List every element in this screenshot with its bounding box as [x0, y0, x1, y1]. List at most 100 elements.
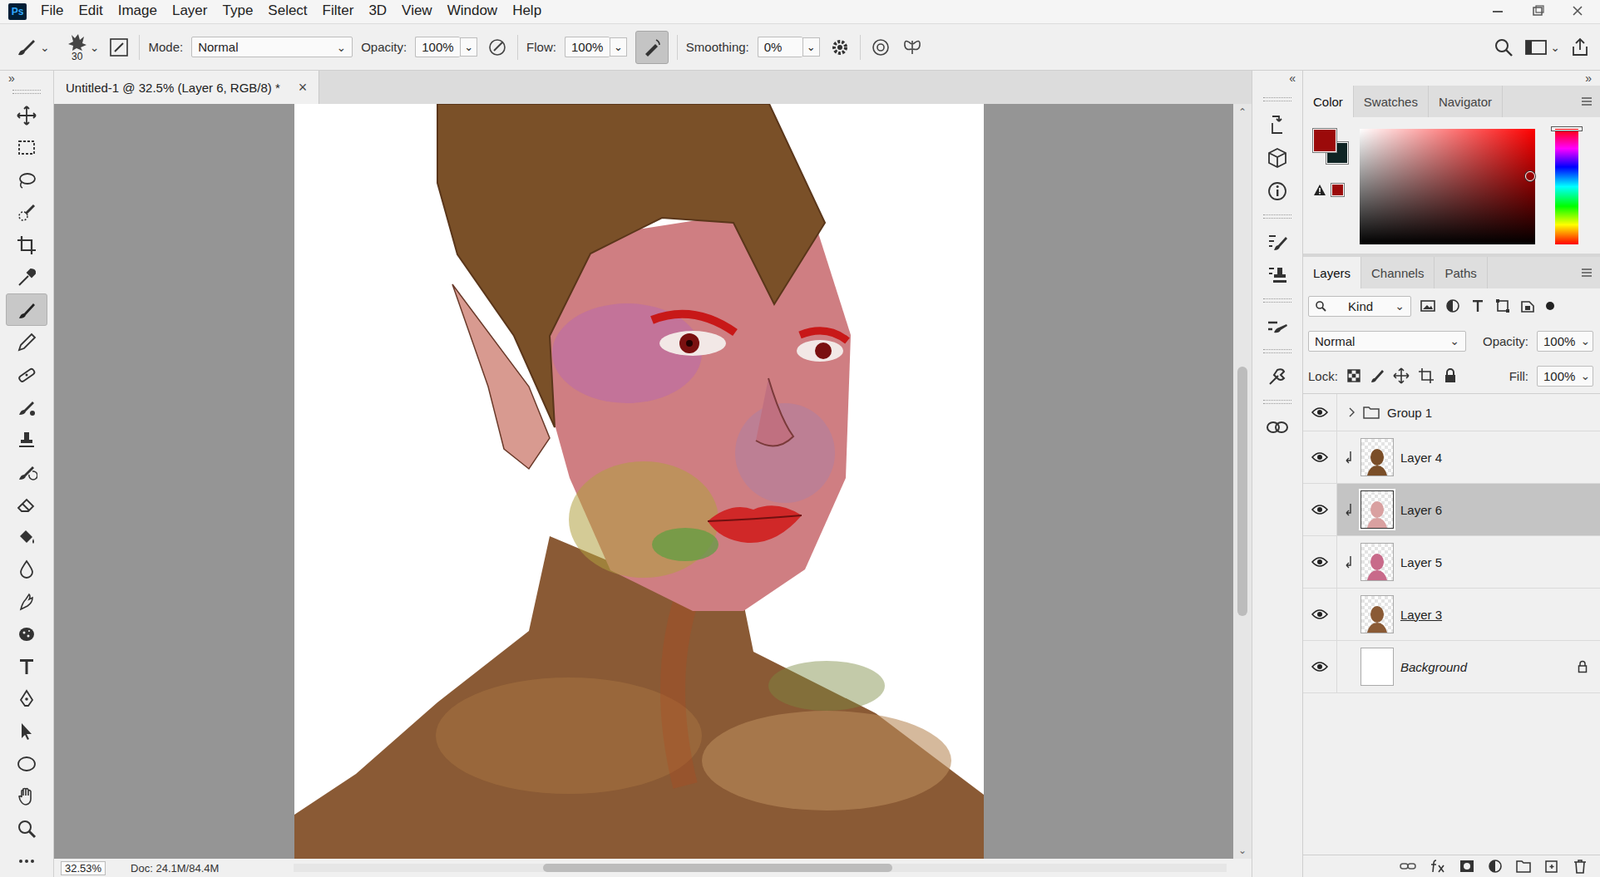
brushes-icon[interactable]: [1265, 314, 1289, 338]
menu-item[interactable]: File: [33, 2, 71, 21]
tool-button[interactable]: [5, 131, 48, 164]
libraries-icon[interactable]: [1264, 415, 1290, 440]
info-icon[interactable]: [1265, 179, 1289, 203]
tool-button[interactable]: [5, 715, 48, 748]
document-canvas[interactable]: [294, 103, 984, 860]
brush-settings-icon[interactable]: [107, 35, 131, 60]
tool-button[interactable]: [5, 423, 48, 456]
visibility-toggle[interactable]: [1303, 483, 1338, 536]
tool-button[interactable]: [5, 325, 48, 359]
lock-artboard-icon[interactable]: [1417, 367, 1435, 385]
panel-tab[interactable]: Navigator: [1428, 85, 1503, 118]
panel-tab[interactable]: Paths: [1434, 256, 1487, 289]
collapse-dock-icon[interactable]: «: [1288, 70, 1303, 86]
gamut-warning-icon[interactable]: [1313, 183, 1327, 197]
filter-toggle-icon[interactable]: [1544, 298, 1556, 314]
tool-button[interactable]: [5, 228, 48, 262]
panel-tab[interactable]: Swatches: [1353, 85, 1429, 118]
document-tab[interactable]: Untitled-1 @ 32.5% (Layer 6, RGB/8) * ×: [54, 70, 320, 104]
new-layer-icon[interactable]: [1543, 859, 1561, 875]
adjustment-layer-icon[interactable]: [1486, 859, 1504, 875]
menu-item[interactable]: Help: [504, 2, 549, 21]
tool-button[interactable]: [5, 747, 48, 781]
visibility-toggle[interactable]: [1303, 536, 1338, 588]
expand-group-icon[interactable]: [1347, 406, 1356, 419]
shape-filter-icon[interactable]: [1494, 298, 1512, 314]
new-group-icon[interactable]: [1515, 859, 1532, 875]
vertical-scrollbar[interactable]: ⌃ ⌄: [1233, 103, 1252, 860]
layer-row[interactable]: Group 1: [1303, 394, 1600, 432]
menu-item[interactable]: 3D: [360, 2, 395, 21]
smart-object-filter-icon[interactable]: [1519, 298, 1536, 314]
expand-toolbar-icon[interactable]: »: [0, 70, 15, 86]
layer-row[interactable]: Layer 4: [1303, 431, 1600, 484]
dropdown-caret-icon[interactable]: ⌄: [89, 41, 100, 54]
tool-button[interactable]: [5, 196, 48, 229]
layer-row[interactable]: Background: [1303, 641, 1600, 694]
workspace-caret-icon[interactable]: ⌄: [1550, 41, 1561, 54]
tool-button[interactable]: [5, 812, 48, 845]
gear-icon[interactable]: [828, 35, 852, 60]
lock-transparency-icon[interactable]: [1346, 368, 1362, 384]
menu-item[interactable]: Filter: [315, 2, 362, 21]
gamut-color-swatch[interactable]: [1331, 183, 1344, 197]
menu-item[interactable]: Select: [260, 2, 315, 21]
panel-tab[interactable]: Layers: [1303, 256, 1362, 289]
panel-menu-icon[interactable]: [1580, 266, 1594, 279]
hue-slider-marker[interactable]: [1551, 127, 1582, 131]
symmetry-butterfly-icon[interactable]: [900, 35, 924, 60]
panel-menu-icon[interactable]: [1580, 95, 1594, 108]
fill-field[interactable]: 100%⌄: [1536, 365, 1594, 387]
history-icon[interactable]: [1265, 113, 1289, 137]
menu-item[interactable]: Image: [110, 2, 165, 21]
tool-button[interactable]: [5, 390, 48, 424]
link-icon[interactable]: [1398, 859, 1418, 874]
3d-cube-icon[interactable]: [1265, 146, 1289, 170]
pressure-opacity-icon[interactable]: [485, 35, 509, 60]
brush-settings-icon[interactable]: [1265, 230, 1289, 254]
foreground-color-swatch[interactable]: [1313, 128, 1337, 153]
menu-item[interactable]: Window: [439, 2, 505, 21]
tool-button[interactable]: [5, 585, 48, 618]
tool-button[interactable]: [5, 261, 48, 294]
tool-button[interactable]: [5, 293, 48, 326]
search-icon[interactable]: [1491, 35, 1516, 60]
collapse-panels-icon[interactable]: »: [1576, 70, 1600, 86]
layer-name[interactable]: Layer 5: [1400, 555, 1589, 570]
workspace-icon[interactable]: [1523, 35, 1549, 60]
blend-mode-dropdown[interactable]: Normal⌄: [1308, 330, 1467, 352]
hue-slider[interactable]: [1555, 128, 1579, 245]
tool-button[interactable]: [5, 163, 48, 197]
panel-tab[interactable]: Color: [1303, 85, 1354, 118]
menu-item[interactable]: Layer: [164, 2, 216, 21]
tool-button[interactable]: [5, 358, 48, 391]
fx-icon[interactable]: [1428, 859, 1447, 875]
pressure-size-icon[interactable]: [869, 35, 893, 60]
visibility-toggle[interactable]: [1303, 431, 1338, 484]
smoothing-field[interactable]: 0%: [757, 36, 803, 58]
grip-icon[interactable]: [12, 89, 41, 94]
close-tab-button[interactable]: ×: [298, 79, 308, 97]
lock-all-icon[interactable]: [1442, 367, 1458, 385]
tool-button[interactable]: [5, 455, 48, 489]
tool-presets-icon[interactable]: [1265, 365, 1289, 389]
smoothing-caret-icon[interactable]: ⌄: [802, 37, 820, 57]
opacity-field[interactable]: 100%: [414, 36, 460, 58]
mode-dropdown[interactable]: Normal⌄: [191, 36, 353, 58]
visibility-toggle[interactable]: [1303, 394, 1338, 431]
panel-tab[interactable]: Channels: [1361, 256, 1435, 289]
mask-icon[interactable]: [1458, 859, 1476, 875]
menu-item[interactable]: View: [394, 2, 440, 21]
tool-button[interactable]: [5, 617, 48, 651]
minimize-icon[interactable]: [1478, 2, 1517, 21]
saturation-brightness-field[interactable]: [1359, 128, 1536, 245]
tool-button[interactable]: [5, 682, 48, 716]
layer-row[interactable]: Layer 3: [1303, 588, 1600, 642]
layer-name[interactable]: Background: [1400, 660, 1571, 675]
layer-name[interactable]: Layer 3: [1400, 607, 1589, 623]
brush-tool-icon[interactable]: [13, 34, 39, 60]
visibility-toggle[interactable]: [1303, 588, 1338, 641]
menu-item[interactable]: Type: [214, 2, 261, 21]
trash-icon[interactable]: [1571, 859, 1589, 875]
app-logo[interactable]: Ps: [8, 3, 27, 20]
